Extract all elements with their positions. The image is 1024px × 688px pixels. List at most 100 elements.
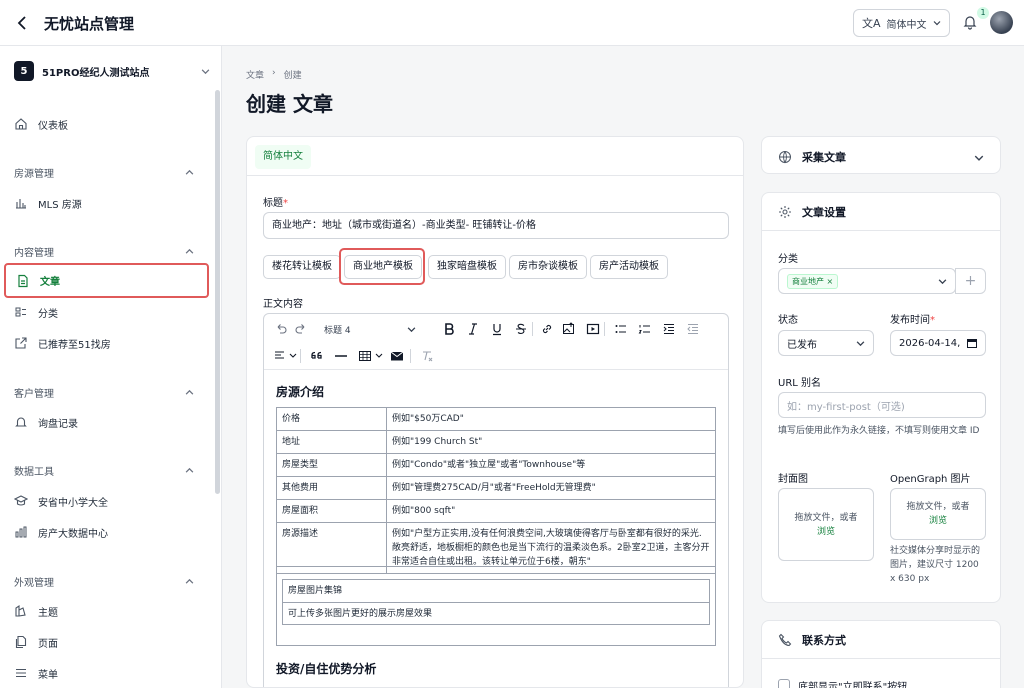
table-cell-key[interactable]: 地址 (276, 430, 387, 454)
sidebar-section-content[interactable]: 内容管理 (14, 244, 194, 259)
contact-button-checkbox[interactable] (778, 679, 790, 688)
tab-language[interactable]: 简体中文 (255, 145, 311, 169)
horizontal-rule-icon[interactable] (334, 349, 348, 363)
sidebar-scrollbar[interactable] (215, 90, 220, 494)
sidebar-item-themes[interactable]: 主题 (14, 600, 204, 622)
browse-link[interactable]: 浏览 (779, 525, 873, 539)
table-cell-value[interactable]: 例如"199 Church St" (386, 430, 716, 454)
og-image-hint: 社交媒体分享时显示的图片，建议尺寸 1200 x 630 px (890, 546, 981, 584)
language-select[interactable]: 文A 简体中文 (853, 9, 950, 37)
table-cell-key[interactable]: 其他费用 (276, 476, 387, 500)
sidebar-item-recommended[interactable]: 已推荐至51找房 (14, 332, 204, 354)
sidebar-item-categories[interactable]: 分类 (14, 301, 204, 323)
email-icon[interactable] (390, 349, 404, 363)
quote-icon[interactable] (310, 349, 324, 363)
sidebar-item-articles[interactable]: 文章 (4, 263, 209, 298)
chevron-down-icon[interactable] (974, 153, 984, 163)
cover-dropzone[interactable]: 拖放文件，或者 浏览 (778, 488, 874, 561)
bold-icon[interactable] (442, 322, 456, 336)
divider (247, 175, 743, 176)
card-title: 文章设置 (802, 206, 846, 219)
gear-icon (779, 206, 791, 218)
gallery-table: 房屋图片集锦 可上传多张图片更好的展示房屋效果 (282, 579, 710, 625)
close-icon[interactable]: × (827, 277, 834, 286)
site-switcher[interactable]: 5 51PRO经纪人测试站点 (14, 60, 210, 82)
category-select[interactable]: 商业地产 × (778, 268, 956, 294)
template-button-market-talk[interactable]: 房市杂谈模板 (509, 255, 587, 279)
table-cell-key[interactable]: 房屋面积 (276, 499, 387, 523)
bullet-list-icon[interactable] (614, 322, 628, 336)
user-avatar[interactable] (990, 11, 1013, 34)
status-select[interactable]: 已发布 (778, 330, 874, 356)
og-image-dropzone[interactable]: 拖放文件，或者 浏览 (890, 488, 986, 540)
strikethrough-icon[interactable] (514, 322, 528, 336)
card-header: 文章设置 (778, 204, 846, 220)
chevron-down-icon (407, 326, 416, 332)
category-tag[interactable]: 商业地产 × (787, 273, 839, 289)
chevron-down-icon[interactable] (372, 349, 383, 363)
sidebar-section-customer[interactable]: 客户管理 (14, 385, 194, 400)
card-title: 采集文章 (802, 151, 846, 164)
breadcrumb-current: 创建 (283, 71, 302, 81)
browse-link[interactable]: 浏览 (891, 514, 985, 528)
sidebar-item-pages[interactable]: 页面 (14, 631, 204, 653)
table-cell-key[interactable]: 房屋类型 (276, 453, 387, 477)
language-label: 简体中文 (886, 19, 927, 31)
template-button-exclusive[interactable]: 独家暗盘模板 (428, 255, 506, 279)
italic-icon[interactable] (466, 322, 480, 336)
link-icon[interactable] (540, 322, 554, 336)
breadcrumb-parent[interactable]: 文章 (246, 68, 264, 81)
document-icon (18, 274, 28, 287)
numbered-list-icon[interactable] (638, 322, 652, 336)
card-title: 联系方式 (802, 634, 846, 647)
outdent-icon[interactable] (686, 322, 700, 336)
template-button-event[interactable]: 房产活动模板 (590, 255, 668, 279)
table-cell-key[interactable]: 价格 (276, 407, 387, 431)
sidebar-item-big-data[interactable]: 房产大数据中心 (14, 521, 204, 543)
template-button-presale[interactable]: 楼花转让模板 (263, 255, 341, 279)
title-input[interactable]: 商业地产：地址（城市或街道名）-商业类型- 旺铺转让-价格 (263, 212, 729, 239)
image-upload-icon[interactable] (562, 322, 576, 336)
sidebar-item-label: 文章 (40, 277, 60, 288)
video-icon[interactable] (586, 322, 600, 336)
heading-select[interactable]: 标题 4 (324, 321, 416, 337)
collect-article-card[interactable]: 采集文章 (761, 136, 1001, 174)
sidebar-section-appearance[interactable]: 外观管理 (14, 574, 194, 589)
slug-input[interactable]: 如：my-first-post（可选) (778, 392, 986, 418)
add-category-button[interactable]: + (955, 268, 986, 294)
sidebar-section-data-tools[interactable]: 数据工具 (14, 463, 194, 478)
heading-select-value: 标题 4 (324, 325, 351, 336)
table-cell-value[interactable]: 例如"管理费275CAD/月"或者"FreeHold无管理费" (386, 476, 716, 500)
sidebar-item-inquiries[interactable]: 询盘记录 (14, 411, 204, 433)
chevron-down-icon[interactable] (286, 349, 297, 363)
underline-icon[interactable] (490, 322, 504, 336)
publish-time-input[interactable]: 2026-04-14, (890, 330, 986, 356)
site-name: 51PRO经纪人测试站点 (42, 67, 150, 79)
publish-time-label: 发布时间* (890, 311, 935, 326)
breadcrumb: 文章 › 创建 (246, 68, 302, 81)
palette-icon (15, 604, 26, 617)
property-info-table[interactable]: 价格 例如"$50万CAD" 地址 例如"199 Church St" 房屋类型 例如"C… (276, 407, 716, 574)
contact-checkbox-label: 底部显示"立即联系"按钮 (798, 682, 908, 688)
table-cell-value[interactable]: 例如"$50万CAD" (386, 407, 716, 431)
title-label: 标题* (263, 194, 288, 209)
sidebar-item-dashboard[interactable]: 仪表板 (14, 113, 204, 135)
redo-icon[interactable] (294, 322, 308, 336)
sidebar-item-menus[interactable]: 菜单 (14, 662, 204, 684)
bell-icon[interactable] (962, 14, 978, 30)
template-button-commercial[interactable]: 商业地产模板 (344, 255, 422, 279)
clear-format-icon[interactable] (420, 349, 434, 363)
table-cell-value[interactable]: 例如"800 sqft" (386, 499, 716, 523)
table-cell-value[interactable]: 例如"Condo"或者"独立屋"或者"Townhouse"等 (386, 453, 716, 477)
sidebar-section-property[interactable]: 房源管理 (14, 165, 194, 180)
sidebar-item-mls[interactable]: MLS 房源 (14, 192, 204, 214)
undo-icon[interactable] (274, 322, 288, 336)
content-heading: 投资/自住优势分析 (276, 662, 377, 676)
indent-icon[interactable] (662, 322, 676, 336)
back-arrow-icon[interactable] (14, 14, 32, 32)
editor-content[interactable]: 房源介绍 价格 例如"$50万CAD" 地址 例如"199 Church St" 房屋类… (264, 370, 728, 687)
table-icon[interactable] (358, 349, 372, 363)
sidebar-item-schools[interactable]: 安省中小学大全 (14, 490, 204, 512)
rich-text-editor[interactable]: 标题 4 房源介绍 价格 例如"$50万CAD" 地址 例如"199 Churc… (263, 313, 729, 687)
chevron-down-icon (856, 340, 865, 346)
